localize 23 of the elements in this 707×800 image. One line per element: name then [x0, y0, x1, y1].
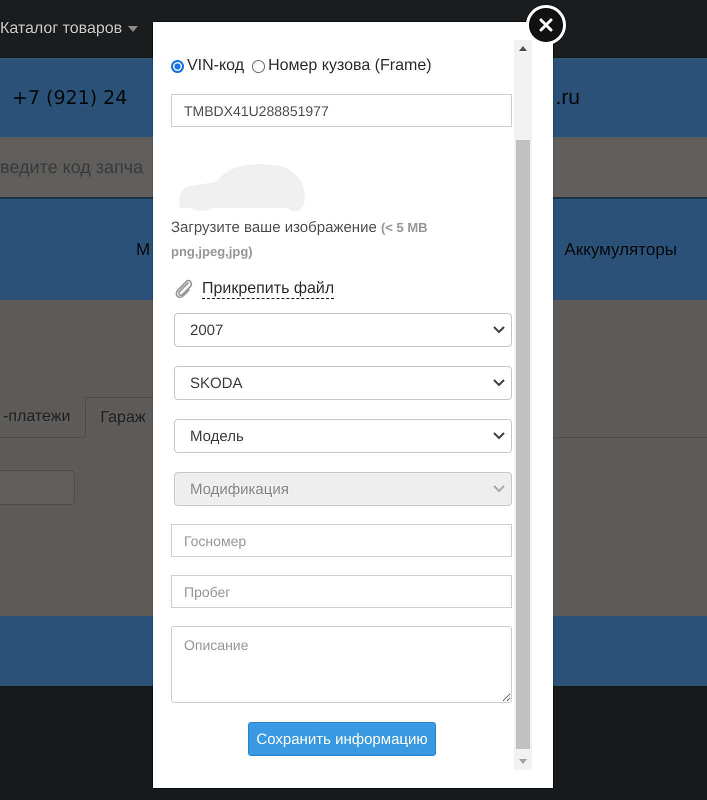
- attach-file-link[interactable]: Прикрепить файл: [202, 280, 334, 298]
- radio-option[interactable]: VIN-код: [171, 57, 244, 75]
- dropdown[interactable]: 2007: [174, 313, 512, 347]
- description-field[interactable]: Описание: [171, 626, 512, 703]
- scroll-thumb[interactable]: [516, 140, 530, 749]
- chevron-icon: [493, 379, 505, 387]
- chevron-icon: [493, 485, 505, 493]
- close-icon: [539, 18, 553, 32]
- chevron-icon: [493, 326, 505, 334]
- site-address: .ru: [555, 86, 580, 110]
- dropdown[interactable]: SKODA: [174, 366, 512, 400]
- chevron-icon: [493, 432, 505, 440]
- phone-number: +7 (921) 24: [12, 86, 128, 108]
- caret-icon: [128, 26, 138, 32]
- catalog-menu-item[interactable]: Каталог товаров: [0, 20, 122, 38]
- vin-input-field[interactable]: TMBDX41U288851977: [171, 94, 512, 127]
- radio-option[interactable]: Номер кузова (Frame): [252, 57, 432, 75]
- scroll-down-icon[interactable]: [519, 759, 527, 764]
- dropdown[interactable]: Модель: [174, 419, 512, 453]
- scrollbar[interactable]: [514, 40, 532, 770]
- scroll-up-icon[interactable]: [519, 46, 527, 51]
- paperclip-icon: [174, 278, 194, 300]
- upload-hint: Загрузите ваше изображение (< 5 MB png,jpeg,jpg): [171, 218, 429, 261]
